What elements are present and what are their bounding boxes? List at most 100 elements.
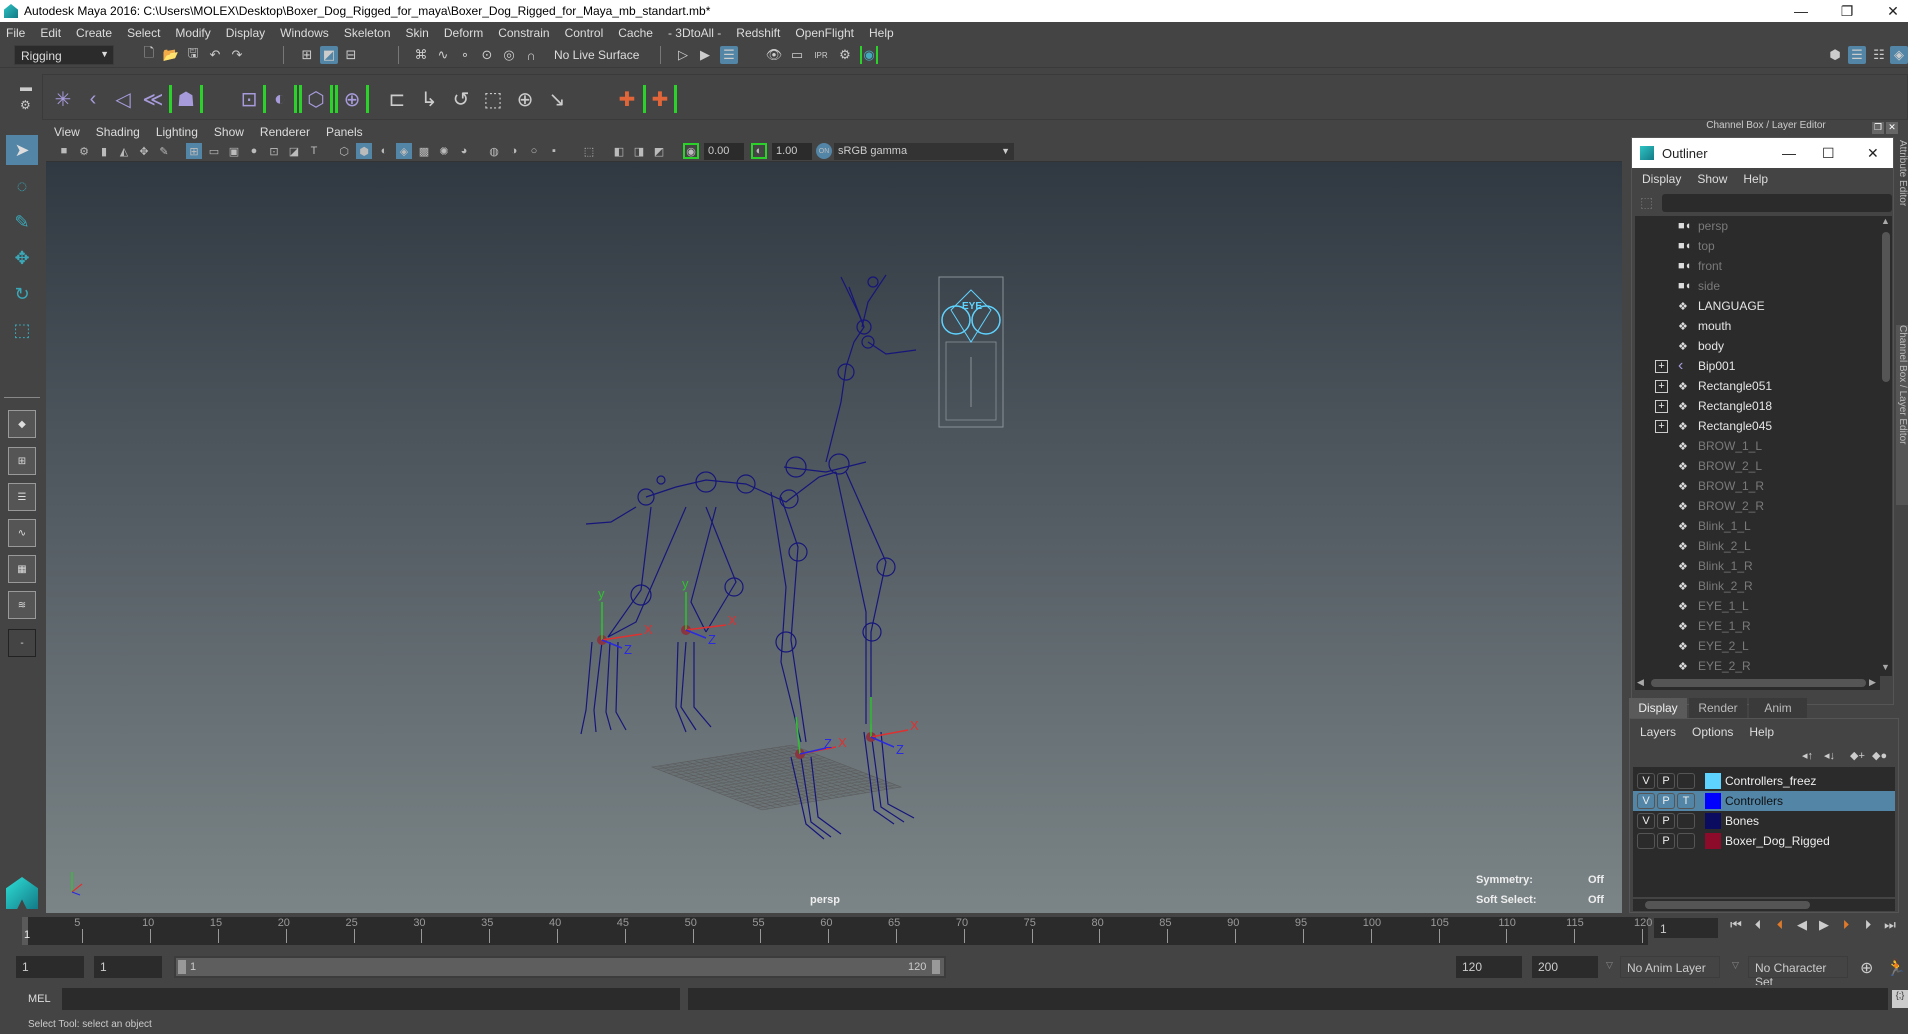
scroll-left-icon[interactable]: ◀ xyxy=(1637,677,1644,688)
visibility-toggle[interactable]: V xyxy=(1637,793,1655,809)
3d-viewport[interactable]: yXZ yXZ XZ XZ EYE persp Symmetry: Off So… xyxy=(46,162,1622,913)
screen-space-ao-icon[interactable]: ◍ xyxy=(486,143,502,159)
outliner-item[interactable]: ■◖ side xyxy=(1635,276,1880,296)
next-key-icon[interactable]: ⏵ xyxy=(1838,917,1854,935)
time-slider-track[interactable]: 1 5 10 15 20 25 30 35 40 45 50 55 60 65 70 75 80 85 90 95 1… xyxy=(22,917,1652,945)
template-toggle[interactable] xyxy=(1677,813,1695,829)
live-surface-field[interactable]: No Live Surface xyxy=(548,45,648,65)
close-button[interactable]: ✕ xyxy=(1870,0,1908,22)
filter-icon[interactable]: ⬚ xyxy=(1640,194,1653,211)
viewport-menu-view[interactable]: View xyxy=(54,125,80,139)
locator-icon[interactable]: ✚ xyxy=(613,85,641,113)
anim-layer-dropdown[interactable]: No Anim Layer xyxy=(1620,956,1720,978)
viewport-menu-renderer[interactable]: Renderer xyxy=(260,125,310,139)
select-component-icon[interactable]: ⊟ xyxy=(342,46,360,64)
outliner-item[interactable]: ❖ BROW_2_L xyxy=(1635,456,1880,476)
menu-redshift[interactable]: Redshift xyxy=(736,26,780,40)
pole-vector-icon[interactable]: ↘ xyxy=(543,85,571,113)
outliner-item[interactable]: ❖ BROW_1_R xyxy=(1635,476,1880,496)
end-time-field[interactable]: 200 xyxy=(1532,956,1598,978)
four-view-icon[interactable]: ⊞ xyxy=(8,447,36,475)
more-layouts-button[interactable]: - xyxy=(8,629,36,657)
create-empty-layer-icon[interactable]: ◆+ xyxy=(1850,749,1865,762)
anti-aliasing-icon[interactable]: ○ xyxy=(526,143,542,159)
point-constraint-icon[interactable]: ↳ xyxy=(415,85,443,113)
xray-joints-icon[interactable]: ◩ xyxy=(651,143,667,159)
render-frame-icon[interactable]: ▭ xyxy=(788,46,806,64)
use-default-material-icon[interactable]: ◐ xyxy=(376,143,392,159)
scroll-thumb[interactable] xyxy=(1882,232,1890,382)
expand-icon[interactable]: + xyxy=(1655,399,1668,413)
exposure-field[interactable]: 0.00 xyxy=(704,143,744,160)
new-scene-icon[interactable]: 🗋 xyxy=(140,45,158,64)
textured-icon[interactable]: ▩ xyxy=(416,143,432,159)
color-management-toggle-icon[interactable]: ON xyxy=(816,143,832,159)
scroll-thumb[interactable] xyxy=(1645,901,1810,909)
paint-select-icon[interactable]: ✎ xyxy=(6,207,38,237)
xray-icon[interactable]: ◧ xyxy=(611,143,627,159)
select-object-icon[interactable]: ◩ xyxy=(320,46,338,64)
animation-preferences-icon[interactable]: 🏃 xyxy=(1886,958,1906,978)
snap-surface-icon[interactable]: ◎ xyxy=(500,46,518,64)
snap-view-icon[interactable]: ⊙ xyxy=(478,46,496,64)
viewport-menu-shading[interactable]: Shading xyxy=(96,125,140,139)
outliner-minimize-button[interactable]: — xyxy=(1782,145,1796,161)
redo-icon[interactable]: ↷ xyxy=(228,46,246,64)
locator-bracket-icon[interactable]: ✚ xyxy=(643,85,677,113)
outliner-item[interactable]: ❖ BROW_1_L xyxy=(1635,436,1880,456)
ipr-render-icon[interactable]: IPR xyxy=(812,46,830,64)
scroll-down-icon[interactable]: ▼ xyxy=(1881,662,1890,672)
template-toggle[interactable] xyxy=(1677,773,1695,789)
expand-icon[interactable]: + xyxy=(1655,359,1668,373)
xray-active-icon[interactable]: ◨ xyxy=(631,143,647,159)
prev-key-icon[interactable]: ⏴ xyxy=(1772,917,1788,935)
graph-persp-icon[interactable]: ∿ xyxy=(8,519,36,547)
scroll-right-icon[interactable]: ▶ xyxy=(1869,677,1876,688)
snap-curve-icon[interactable]: ∿ xyxy=(434,46,452,64)
modeling-toolkit-icon[interactable]: ⬢ xyxy=(1826,46,1844,64)
ik-handle-icon[interactable]: ◁ xyxy=(109,85,137,113)
create-layer-from-selected-icon[interactable]: ◆● xyxy=(1872,749,1887,762)
outliner-item[interactable]: + ❖ Rectangle045 xyxy=(1635,416,1880,436)
parent-constraint-icon[interactable]: ⊏ xyxy=(383,85,411,113)
current-frame-field[interactable]: 1 xyxy=(1654,918,1718,938)
bind-skin-icon[interactable]: ◐ xyxy=(263,85,297,113)
start-time-field[interactable]: 1 xyxy=(16,956,84,978)
hypershade-icon[interactable]: ◉ xyxy=(860,46,878,64)
menu-file[interactable]: File xyxy=(6,26,25,40)
ik-spline-icon[interactable]: ≪ xyxy=(139,85,167,113)
layer-tab-display[interactable]: Display xyxy=(1629,698,1687,718)
cluster-icon[interactable]: ⊕ xyxy=(335,85,369,113)
outliner-item[interactable]: + ‹ Bip001 xyxy=(1635,356,1880,376)
playback-toggle[interactable]: P xyxy=(1657,833,1675,849)
play-forward-icon[interactable]: ▶ xyxy=(1816,917,1832,935)
chevron-down-icon[interactable]: ▽ xyxy=(1606,960,1613,971)
wireframe-icon[interactable]: ⬡ xyxy=(336,143,352,159)
humanik-icon[interactable]: ☗ xyxy=(169,85,203,113)
playback-toggle[interactable]: P xyxy=(1657,773,1675,789)
render-settings-icon[interactable]: ⚙ xyxy=(836,46,854,64)
outliner-item[interactable]: + ❖ Rectangle051 xyxy=(1635,376,1880,396)
scroll-thumb[interactable] xyxy=(1651,679,1866,687)
template-toggle[interactable]: T xyxy=(1677,793,1695,809)
outliner-item[interactable]: ❖ LANGUAGE xyxy=(1635,296,1880,316)
paint-weights-icon[interactable]: ⊡ xyxy=(235,85,263,113)
outliner-item[interactable]: ❖ Blink_1_L xyxy=(1635,516,1880,536)
bookmark-icon[interactable]: ▮ xyxy=(96,143,112,159)
layer-menu-help[interactable]: Help xyxy=(1749,725,1774,739)
scale-constraint-icon[interactable]: ⬚ xyxy=(479,85,507,113)
go-to-end-icon[interactable]: ⏭ xyxy=(1882,917,1898,935)
snap-grid-icon[interactable]: ⌘ xyxy=(412,46,430,64)
outliner-persp-icon[interactable]: ☰ xyxy=(8,483,36,511)
outliner-menu-display[interactable]: Display xyxy=(1642,172,1681,186)
outliner-item[interactable]: ❖ Blink_2_R xyxy=(1635,576,1880,596)
output-ops-icon[interactable]: ▶ xyxy=(696,46,714,64)
auto-key-icon[interactable]: ⊕ xyxy=(1860,958,1873,978)
gamma-icon[interactable]: ◐ xyxy=(751,143,767,159)
playback-end-field[interactable]: 120 xyxy=(1456,956,1522,978)
command-language-label[interactable]: MEL xyxy=(28,993,51,1005)
visibility-toggle[interactable]: V xyxy=(1637,773,1655,789)
outliner-vertical-scrollbar[interactable]: ▲ ▼ xyxy=(1880,216,1892,676)
outliner-close-button[interactable]: ✕ xyxy=(1867,145,1879,162)
camera-attributes-icon[interactable]: ⚙ xyxy=(76,143,92,159)
